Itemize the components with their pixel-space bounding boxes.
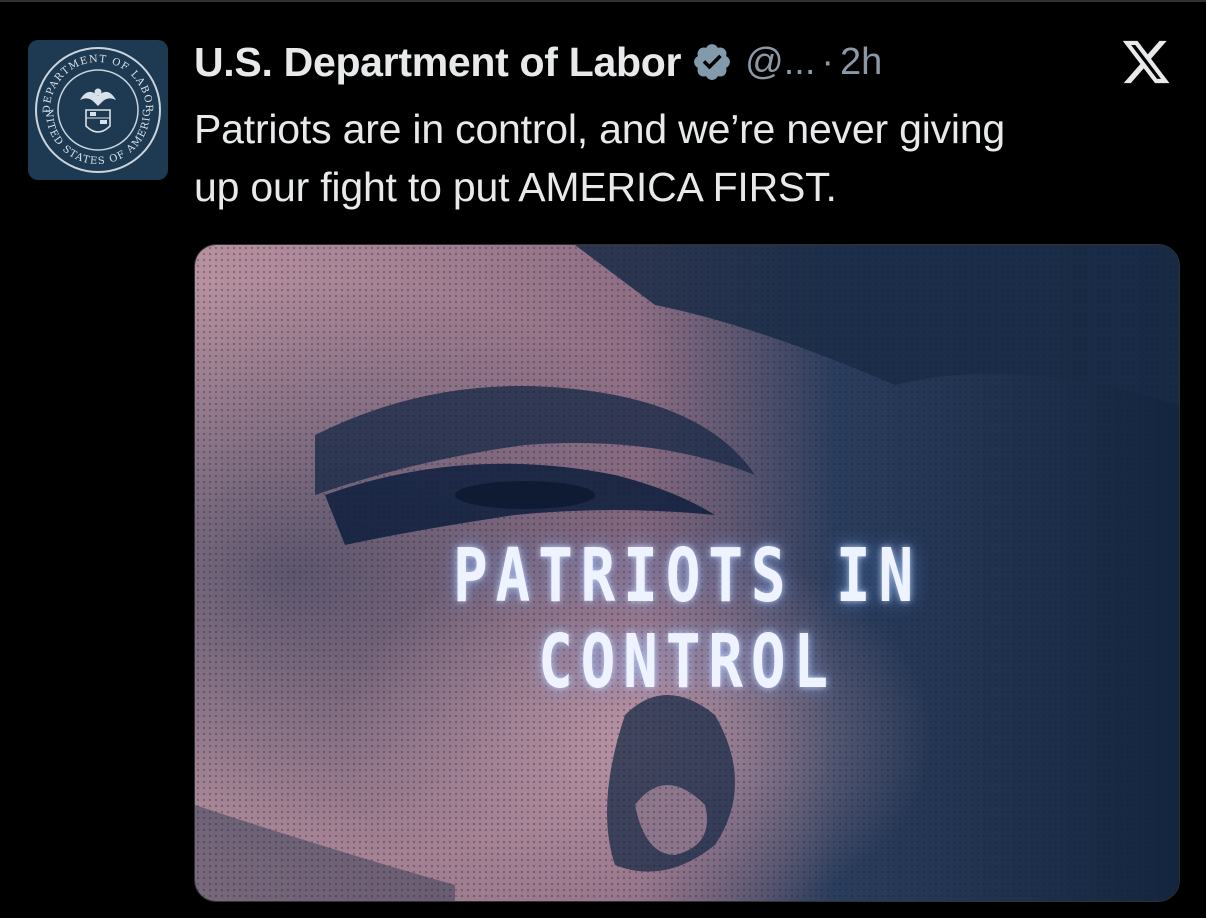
media-caption: PATRIOTS IN CONTROL (452, 533, 922, 705)
tweet-media-image[interactable]: PATRIOTS IN CONTROL (194, 244, 1180, 902)
author-handle[interactable]: @... (745, 41, 815, 84)
department-seal-icon: DEPARTMENT OF LABOR UNITED STATES OF AME… (28, 40, 161, 173)
separator-dot: · (821, 40, 835, 83)
tweet-text-line-1: Patriots are in control, and we’re never… (194, 106, 1006, 152)
timestamp[interactable]: 2h (840, 41, 882, 84)
avatar[interactable]: DEPARTMENT OF LABOR UNITED STATES OF AME… (28, 40, 168, 180)
verified-badge-icon[interactable] (691, 41, 733, 83)
tweet-text: Patriots are in control, and we’re never… (194, 100, 1174, 216)
tweet-text-line-2: up our fight to put AMERICA FIRST. (194, 164, 837, 210)
top-divider (0, 0, 1206, 2)
author-name[interactable]: U.S. Department of Labor (194, 39, 681, 86)
tweet-header: U.S. Department of Labor @... · 2h (194, 34, 882, 90)
x-logo-icon[interactable] (1120, 36, 1172, 88)
